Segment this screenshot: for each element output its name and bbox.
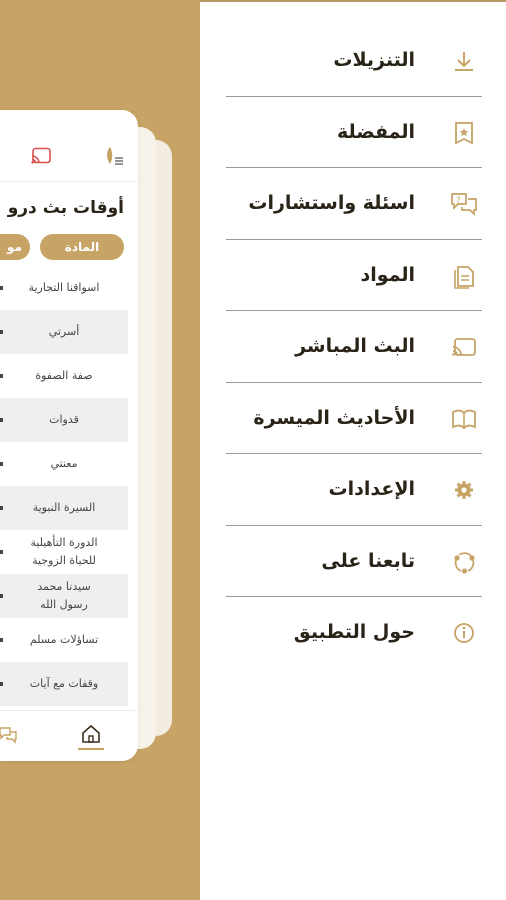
menu-item-live-stream[interactable]: البث المباشر [226, 311, 482, 383]
download-icon [450, 47, 478, 75]
menu-logo-icon[interactable] [101, 144, 125, 168]
schedule-row[interactable]: قدوات [0, 398, 128, 442]
menu-item-label: الأحاديث الميسرة [253, 406, 415, 429]
row-subject: صفة الصفوة [35, 369, 93, 382]
menu-item-about[interactable]: حول التطبيق [226, 597, 482, 669]
schedule-row[interactable]: معنتي [0, 442, 138, 486]
chat-icon[interactable] [0, 725, 18, 745]
card-header [0, 110, 138, 182]
schedule-row[interactable]: صفة الصفوة [0, 354, 138, 398]
schedule-row[interactable]: اسواقنا التجارية [0, 266, 138, 310]
document-icon [450, 262, 478, 290]
row-subject: وقفات مع آيات [29, 677, 99, 690]
row-subject: قدوات [49, 413, 79, 426]
menu-item-label: تابعنا على [321, 549, 415, 572]
schedule-row[interactable]: وقفات مع آيات [0, 662, 128, 706]
schedule-row[interactable]: السيرة النبوية [0, 486, 128, 530]
row-marker [0, 682, 3, 686]
active-tab-indicator [78, 748, 104, 750]
menu-item-label: التنزيلات [333, 49, 415, 71]
side-menu: التنزيلات المفضلة ? اسئلة واستشارات المو… [226, 25, 482, 669]
menu-item-questions[interactable]: ? اسئلة واستشارات [226, 168, 482, 240]
row-marker [0, 418, 3, 422]
bookmark-star-icon [450, 119, 478, 147]
cast-icon [450, 333, 478, 361]
row-marker [0, 330, 3, 334]
top-divider [200, 0, 506, 2]
info-icon [450, 619, 478, 647]
card-title: أوقات بث درو [7, 198, 124, 218]
menu-item-downloads[interactable]: التنزيلات [226, 25, 482, 97]
svg-text:?: ? [456, 196, 461, 206]
row-marker [0, 462, 3, 466]
menu-item-follow-us[interactable]: تابعنا على [226, 526, 482, 597]
row-marker [0, 638, 3, 642]
question-chat-icon: ? [450, 190, 478, 218]
column-subject-header: المادة [40, 234, 124, 260]
row-subject: سيدنا محمد رسول الله [37, 580, 91, 611]
menu-item-label: حول التطبيق [293, 621, 415, 643]
row-subject: الدورة التأهيلية للحياة الزوجية [30, 536, 98, 567]
row-marker [0, 374, 3, 378]
book-icon [450, 405, 478, 433]
share-network-icon [450, 548, 478, 576]
row-subject: تساؤلات مسلم [29, 633, 99, 646]
bottom-nav [0, 710, 138, 761]
schedule-list: اسواقنا التجارية أسرتي صفة الصفوة قدوات … [0, 266, 138, 706]
gear-icon [450, 476, 478, 504]
row-subject: اسواقنا التجارية [28, 281, 100, 294]
row-marker [0, 594, 3, 598]
schedule-row[interactable]: سيدنا محمد رسول الله [0, 574, 128, 618]
menu-item-label: اسئلة واستشارات [248, 192, 415, 214]
menu-item-label: الإعدادات [328, 478, 415, 500]
column-time-header: مو [0, 234, 30, 260]
schedule-row[interactable]: أسرتي [0, 310, 128, 354]
menu-item-hadiths[interactable]: الأحاديث الميسرة [226, 383, 482, 454]
menu-item-label: المفضلة [336, 120, 415, 143]
main-screen-preview[interactable]: أوقات بث درو المادة مو اسواقنا التجارية … [0, 110, 138, 761]
menu-item-label: البث المباشر [295, 335, 415, 357]
menu-item-label: المواد [360, 263, 415, 286]
row-subject: السيرة النبوية [32, 501, 96, 514]
schedule-row[interactable]: تساؤلات مسلم [0, 618, 138, 662]
row-subject: معنتي [50, 457, 78, 470]
row-marker [0, 550, 3, 554]
row-subject: أسرتي [48, 325, 80, 338]
row-marker [0, 506, 3, 510]
menu-item-materials[interactable]: المواد [226, 240, 482, 311]
schedule-row[interactable]: الدورة التأهيلية للحياة الزوجية [0, 530, 138, 574]
row-marker [0, 286, 3, 290]
home-icon[interactable] [80, 723, 102, 745]
menu-item-favorites[interactable]: المفضلة [226, 97, 482, 168]
menu-item-settings[interactable]: الإعدادات [226, 454, 482, 526]
cast-icon[interactable] [30, 147, 52, 165]
